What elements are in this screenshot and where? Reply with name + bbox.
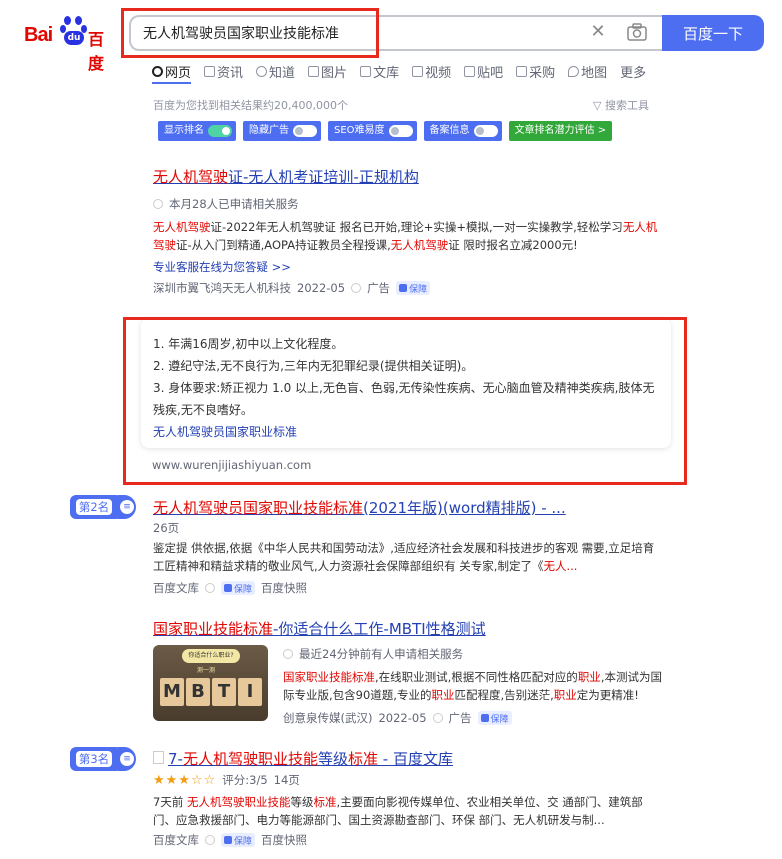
logo-bai-text: Bai — [24, 24, 53, 46]
cart-icon — [516, 65, 528, 77]
info-icon — [432, 713, 443, 723]
letter-block: B — [186, 678, 210, 706]
result-snippet: 国家职业技能标准,在线职业测试,根据不同性格匹配对应的职业,本测试为国际专业版,… — [283, 670, 662, 702]
thumbnail-bubble: 你适合什么职业? — [182, 649, 240, 663]
applied-notice: 本月28人已申请相关服务 — [153, 196, 299, 212]
result-meta: 深圳市翼飞鸿天无人机科技 2022-05 广告 保障 — [153, 280, 431, 296]
logo-du-text: du — [64, 31, 84, 45]
snapshot-link[interactable]: 百度快照 — [261, 580, 307, 596]
result-snippet: 7天前 无人机驾驶职业技能等级标准,主要面向影视传媒单位、农业相关单位、交 通部… — [153, 795, 643, 827]
snapshot-link[interactable]: 百度快照 — [261, 832, 307, 848]
result-title[interactable]: 无人机驾驶证-无人机考证培训-正规机构 — [153, 166, 419, 187]
logo-baidu-text: 百度 — [88, 30, 105, 73]
result-title[interactable]: 7-无人机驾驶职业技能等级标准 - 百度文库 — [168, 748, 453, 769]
rank-icon: ≡ — [120, 500, 134, 514]
switch-off-icon — [293, 125, 317, 137]
plugin-toggles: 显示排名 隐藏广告 SEO难易度 备案信息 文章排名潜力评估 > — [158, 121, 613, 141]
page-count: 26页 — [153, 521, 180, 535]
question-icon — [256, 65, 268, 77]
camera-icon[interactable] — [627, 23, 647, 41]
tab-wenku[interactable]: 文库 — [360, 60, 399, 82]
search-icon — [152, 65, 163, 77]
document-icon — [360, 65, 372, 77]
guarantee-badge[interactable]: 保障 — [396, 281, 431, 295]
doc-icon — [153, 199, 163, 209]
guarantee-badge[interactable]: 保障 — [221, 581, 256, 595]
info-icon — [205, 835, 215, 845]
search-tabs: 网页 资讯 知道 图片 文库 视频 贴吧 采购 地图 更多 — [152, 60, 659, 84]
result-snippet: 无人机驾驶证-2022年无人机驾驶证 报名已开始,理论+实操+模拟,一对一实操教… — [153, 220, 658, 252]
result-title[interactable]: 国家职业技能标准-你适合什么工作-MBTI性格测试 — [153, 618, 486, 639]
toggle-show-rank[interactable]: 显示排名 — [158, 121, 236, 141]
guarantee-badge[interactable]: 保障 — [221, 833, 256, 847]
tab-tieba[interactable]: 贴吧 — [464, 60, 503, 82]
letter-block: M — [160, 678, 184, 706]
result-meta: 创意泉传媒(武汉) 2022-05 广告 保障 — [283, 710, 512, 726]
highlight-box-search — [121, 8, 379, 58]
tab-zhidao[interactable]: 知道 — [256, 60, 295, 82]
result-meta: 百度文库 保障 百度快照 — [153, 832, 308, 848]
check-icon — [224, 836, 232, 844]
star-rating: ★★★☆☆ — [153, 772, 217, 788]
tab-images[interactable]: 图片 — [308, 60, 347, 82]
check-icon — [480, 714, 489, 722]
guarantee-badge[interactable]: 保障 — [477, 711, 512, 725]
switch-off-icon — [388, 125, 413, 137]
play-icon — [412, 65, 424, 77]
result-meta: 百度文库 保障 百度快照 — [153, 580, 308, 596]
service-link[interactable]: 专业客服在线为您答疑 >> — [153, 258, 291, 276]
clear-icon[interactable]: ✕ — [588, 20, 608, 44]
check-icon — [399, 284, 408, 292]
result-snippet: 鉴定提 供依据,依据《中华人民共和国劳动法》,适应经济社会发展和科技进步的客观 … — [153, 541, 655, 573]
search-button[interactable]: 百度一下 — [662, 15, 764, 51]
search-tools[interactable]: ▽ 搜索工具 — [593, 97, 649, 113]
rank-badge-2: 第2名 ≡ — [70, 495, 136, 519]
baidu-logo[interactable]: Bai du 百度 — [24, 14, 116, 73]
switch-on-icon — [208, 125, 232, 137]
tab-purchase[interactable]: 采购 — [516, 60, 555, 82]
result-title[interactable]: 无人机驾驶员国家职业技能标准(2021年版)(word精排版) - ... — [153, 497, 566, 518]
tab-video[interactable]: 视频 — [412, 60, 451, 82]
toggle-icp[interactable]: 备案信息 — [423, 121, 502, 141]
tab-more[interactable]: 更多 — [620, 60, 646, 82]
doc-icon — [153, 751, 164, 764]
doc-icon — [283, 649, 293, 659]
tab-map[interactable]: 地图 — [568, 60, 607, 82]
rank-icon: ≡ — [120, 752, 134, 766]
tab-news[interactable]: 资讯 — [204, 60, 243, 82]
letter-block: T — [212, 678, 236, 706]
toggle-seo[interactable]: SEO难易度 — [328, 121, 417, 141]
news-icon — [204, 65, 216, 77]
tieba-icon — [464, 65, 476, 77]
applied-notice: 最近24分钟前有人申请相关服务 — [283, 646, 463, 662]
article-rank-button[interactable]: 文章排名潜力评估 > — [508, 121, 613, 141]
image-icon — [308, 65, 320, 77]
rank-badge-3: 第3名 ≡ — [70, 747, 136, 771]
switch-off-icon — [473, 125, 498, 137]
toggle-hide-ads[interactable]: 隐藏广告 — [243, 121, 321, 141]
filter-icon: ▽ — [593, 99, 605, 112]
map-pin-icon — [568, 65, 580, 77]
info-icon — [205, 583, 215, 593]
thumbnail-sub: 测一测 — [197, 667, 216, 674]
letter-block: I — [238, 678, 262, 706]
rating-row: ★★★☆☆ 评分:3/5 14页 — [153, 772, 300, 788]
tab-webpage[interactable]: 网页 — [152, 60, 192, 84]
info-icon — [351, 283, 362, 293]
highlight-box-card — [123, 317, 687, 485]
result-count: 百度为您找到相关结果约20,400,000个 — [153, 99, 348, 112]
mbti-thumbnail[interactable]: 你适合什么职业? 测一测 M B T I — [153, 645, 268, 721]
check-icon — [224, 584, 232, 592]
